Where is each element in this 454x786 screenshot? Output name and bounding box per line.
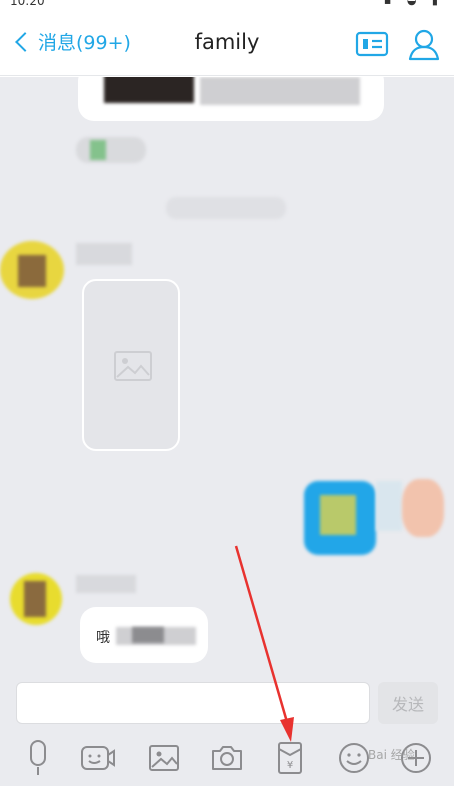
message-text: 哦 [96, 630, 110, 646]
pixelated-content [132, 627, 164, 643]
photo-button[interactable] [144, 738, 184, 778]
red-packet-icon: ¥ [278, 742, 302, 774]
status-icons: ▪ ◒ ▮ [383, 0, 444, 7]
image-placeholder-icon [114, 351, 152, 381]
person-icon [408, 29, 440, 61]
profile-card-icon [355, 31, 389, 57]
own-avatar[interactable] [402, 479, 444, 537]
image-message[interactable] [82, 279, 180, 451]
group-info-button[interactable] [352, 24, 392, 64]
red-packet-button[interactable]: ¥ [270, 738, 310, 778]
message-input[interactable] [16, 682, 370, 724]
message-input-row: 发送 [0, 672, 454, 730]
message-timestamp [166, 197, 286, 219]
pixelated-content [76, 137, 146, 163]
emoji-icon [339, 743, 369, 773]
watermark: Bai 经验 [368, 748, 415, 762]
pixelated-content [90, 140, 106, 160]
microphone-icon [30, 740, 46, 775]
pixelated-content [18, 255, 46, 287]
sender-name [76, 243, 132, 265]
image-icon [149, 745, 179, 771]
group-members-button[interactable] [404, 24, 444, 64]
video-chat-button[interactable] [78, 738, 118, 778]
video-chat-icon [81, 746, 115, 770]
chat-message-list[interactable]: 哦 [0, 77, 454, 672]
camera-button[interactable] [207, 738, 247, 778]
svg-text:¥: ¥ [287, 760, 293, 771]
status-bar: 10:20 ▪ ◒ ▮ [0, 0, 454, 10]
pixelated-content [320, 495, 356, 535]
send-button[interactable]: 发送 [378, 682, 438, 724]
voice-button[interactable] [18, 738, 58, 778]
chat-header: 消息(99+) family [0, 10, 454, 76]
sender-name [76, 575, 136, 593]
camera-icon [212, 746, 242, 770]
pixelated-content [24, 581, 46, 617]
status-time: 10:20 [10, 0, 45, 8]
pixelated-content [376, 481, 402, 531]
pixelated-content [104, 77, 194, 103]
pixelated-content [200, 77, 360, 105]
